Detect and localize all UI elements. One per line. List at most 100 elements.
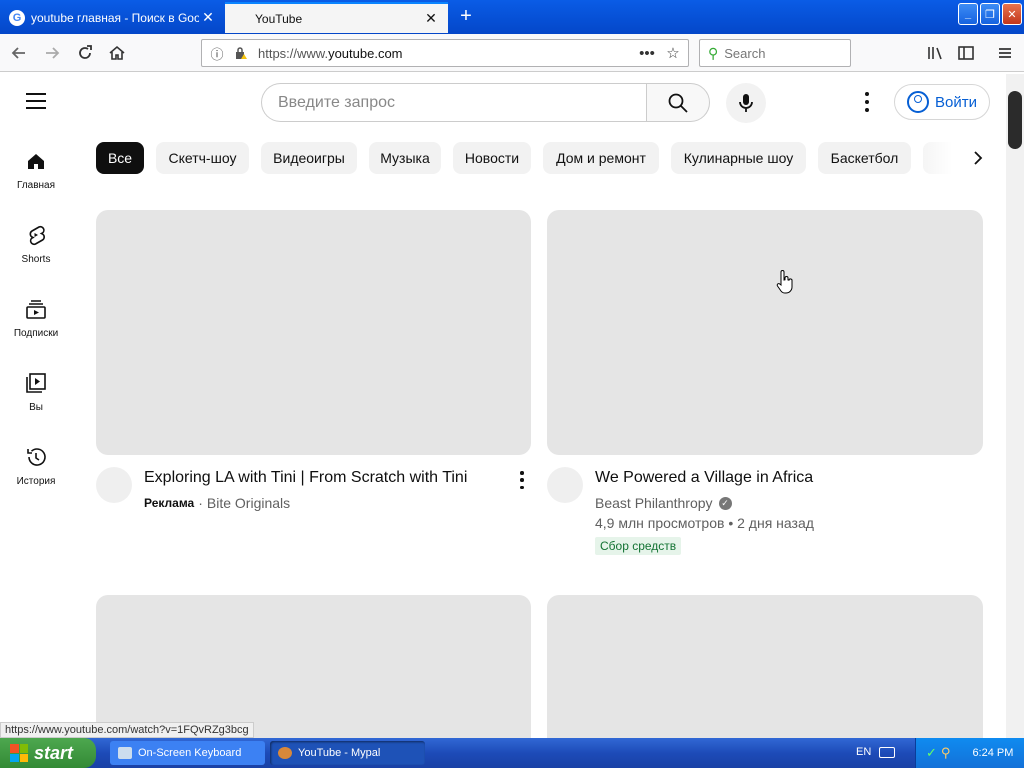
- home-button[interactable]: [106, 42, 128, 64]
- video-thumbnail[interactable]: [96, 595, 531, 738]
- reload-icon: [79, 45, 92, 59]
- channel-avatar[interactable]: [96, 467, 132, 503]
- tab-close-icon[interactable]: ✕: [199, 9, 217, 26]
- minimize-button[interactable]: _: [958, 3, 978, 25]
- back-button[interactable]: [8, 42, 30, 64]
- tab-title: YouTube: [255, 11, 303, 26]
- sidebar-item-shorts[interactable]: Shorts: [0, 224, 72, 265]
- library-button[interactable]: [924, 42, 946, 64]
- tab-google-search[interactable]: G youtube главная - Поиск в Google ✕: [0, 2, 225, 33]
- scrollbar-thumb[interactable]: [1008, 91, 1022, 149]
- guide-menu-button[interactable]: [26, 93, 46, 109]
- shorts-icon: [29, 225, 45, 246]
- video-title[interactable]: Exploring LA with Tini | From Scratch wi…: [144, 469, 467, 487]
- search-engine-icon: ⚲: [708, 44, 719, 61]
- chips-next-icon[interactable]: [966, 146, 990, 170]
- home-icon: [109, 45, 125, 60]
- browser-titlebar: G youtube главная - Поиск в Google ✕ You…: [0, 0, 1024, 34]
- account-icon: [907, 91, 929, 113]
- settings-more-button[interactable]: [858, 92, 876, 112]
- video-more-actions-button[interactable]: [518, 471, 526, 489]
- sidebar-icon: [958, 46, 974, 60]
- taskbar-item-mypal[interactable]: YouTube - Mypal: [270, 741, 425, 765]
- info-icon[interactable]: ⓘ: [208, 44, 226, 62]
- sidebar-item-history[interactable]: История: [0, 446, 72, 487]
- search-placeholder: Search: [724, 45, 766, 61]
- youtube-search-button[interactable]: [646, 83, 710, 122]
- chip-all[interactable]: Все: [96, 142, 144, 174]
- sidebar-toggle-button[interactable]: [955, 42, 977, 64]
- windows-logo-icon: [10, 744, 28, 762]
- back-arrow-icon: [11, 47, 25, 59]
- chip-cooking-shows[interactable]: Кулинарные шоу: [671, 142, 806, 174]
- channel-name[interactable]: Bite Originals: [207, 495, 290, 511]
- chip-music[interactable]: Музыка: [369, 142, 441, 174]
- network-icon[interactable]: ✓: [926, 745, 937, 761]
- sidebar-item-label: Главная: [16, 180, 56, 191]
- mypal-browser-icon: [278, 747, 292, 759]
- sidebar-item-subscriptions[interactable]: Подписки: [0, 298, 72, 339]
- chip-video-games[interactable]: Видеоигры: [261, 142, 357, 174]
- you-icon: [26, 373, 46, 393]
- clock[interactable]: 6:24 PM: [972, 747, 1013, 759]
- sidebar-item-home[interactable]: Главная: [0, 150, 72, 191]
- sidebar-item-you[interactable]: Вы: [0, 372, 72, 413]
- youtube-search-input[interactable]: Введите запрос: [261, 83, 647, 122]
- history-icon: [27, 448, 46, 466]
- video-title[interactable]: We Powered a Village in Africa: [595, 469, 813, 487]
- browser-navbar: ⓘ https://www.youtube.com ••• ☆ ⚲ Search: [0, 34, 1024, 72]
- close-window-button[interactable]: ✕: [1002, 3, 1022, 25]
- chips-fade: [922, 142, 972, 174]
- video-channel-row: Beast Philanthropy ✓: [595, 495, 732, 511]
- language-indicator[interactable]: EN: [856, 746, 871, 758]
- home-icon: [28, 154, 44, 169]
- search-tray-icon[interactable]: ⚲: [941, 745, 951, 761]
- subscriptions-icon: [26, 300, 46, 319]
- tab-youtube[interactable]: YouTube ✕: [225, 2, 448, 33]
- chip-basketball[interactable]: Баскетбол: [818, 142, 911, 174]
- windows-taskbar: start On-Screen Keyboard YouTube - Mypal…: [0, 738, 1024, 768]
- taskbar-item-label: On-Screen Keyboard: [138, 747, 242, 759]
- taskbar-item-keyboard[interactable]: On-Screen Keyboard: [110, 741, 265, 765]
- menu-button[interactable]: [994, 42, 1016, 64]
- sidebar-item-label: История: [16, 476, 56, 487]
- video-thumbnail[interactable]: [547, 210, 983, 455]
- chip-home-improvement[interactable]: Дом и ремонт: [543, 142, 659, 174]
- input-keyboard-icon[interactable]: [879, 747, 895, 758]
- start-button[interactable]: start: [0, 738, 96, 768]
- tab-close-icon[interactable]: ✕: [422, 10, 440, 27]
- address-bar[interactable]: ⓘ https://www.youtube.com ••• ☆: [201, 39, 689, 67]
- new-tab-button[interactable]: +: [452, 4, 480, 30]
- video-ad-meta: Реклама · Bite Originals: [144, 495, 290, 511]
- channel-avatar[interactable]: [547, 467, 583, 503]
- bookmark-star-icon[interactable]: ☆: [662, 44, 684, 62]
- chip-sketch-comedy[interactable]: Скетч-шоу: [156, 142, 249, 174]
- verified-check-icon: ✓: [718, 496, 732, 510]
- sidebar-item-label: Вы: [29, 402, 43, 413]
- video-thumbnail[interactable]: [96, 210, 531, 455]
- chip-news[interactable]: Новости: [453, 142, 531, 174]
- browser-search-bar[interactable]: ⚲ Search: [699, 39, 851, 67]
- search-icon: [668, 93, 688, 113]
- google-icon: G: [9, 9, 25, 26]
- forward-button[interactable]: [41, 42, 63, 64]
- sign-in-label: Войти: [935, 93, 977, 111]
- voice-search-button[interactable]: [726, 83, 766, 123]
- page-actions-icon[interactable]: •••: [636, 45, 658, 62]
- video-thumbnail[interactable]: [547, 595, 983, 738]
- channel-name[interactable]: Beast Philanthropy: [595, 495, 713, 511]
- taskbar-item-label: YouTube - Mypal: [298, 747, 381, 759]
- start-label: start: [34, 742, 74, 763]
- fundraiser-badge: Сбор средств: [595, 537, 682, 555]
- window-controls: _ ❐ ✕: [958, 3, 1022, 25]
- lock-warning-icon[interactable]: [232, 44, 250, 62]
- sign-in-button[interactable]: Войти: [894, 84, 990, 120]
- tab-title: youtube главная - Поиск в Google: [31, 10, 199, 25]
- reload-button[interactable]: [74, 42, 96, 64]
- sidebar-item-label: Подписки: [13, 328, 59, 339]
- meta-separator: ·: [198, 495, 203, 511]
- maximize-button[interactable]: ❐: [980, 3, 1000, 25]
- url-text[interactable]: https://www.youtube.com: [258, 46, 636, 61]
- video-stats: 4,9 млн просмотров • 2 дня назад: [595, 515, 814, 531]
- page-scrollbar[interactable]: [1006, 74, 1024, 738]
